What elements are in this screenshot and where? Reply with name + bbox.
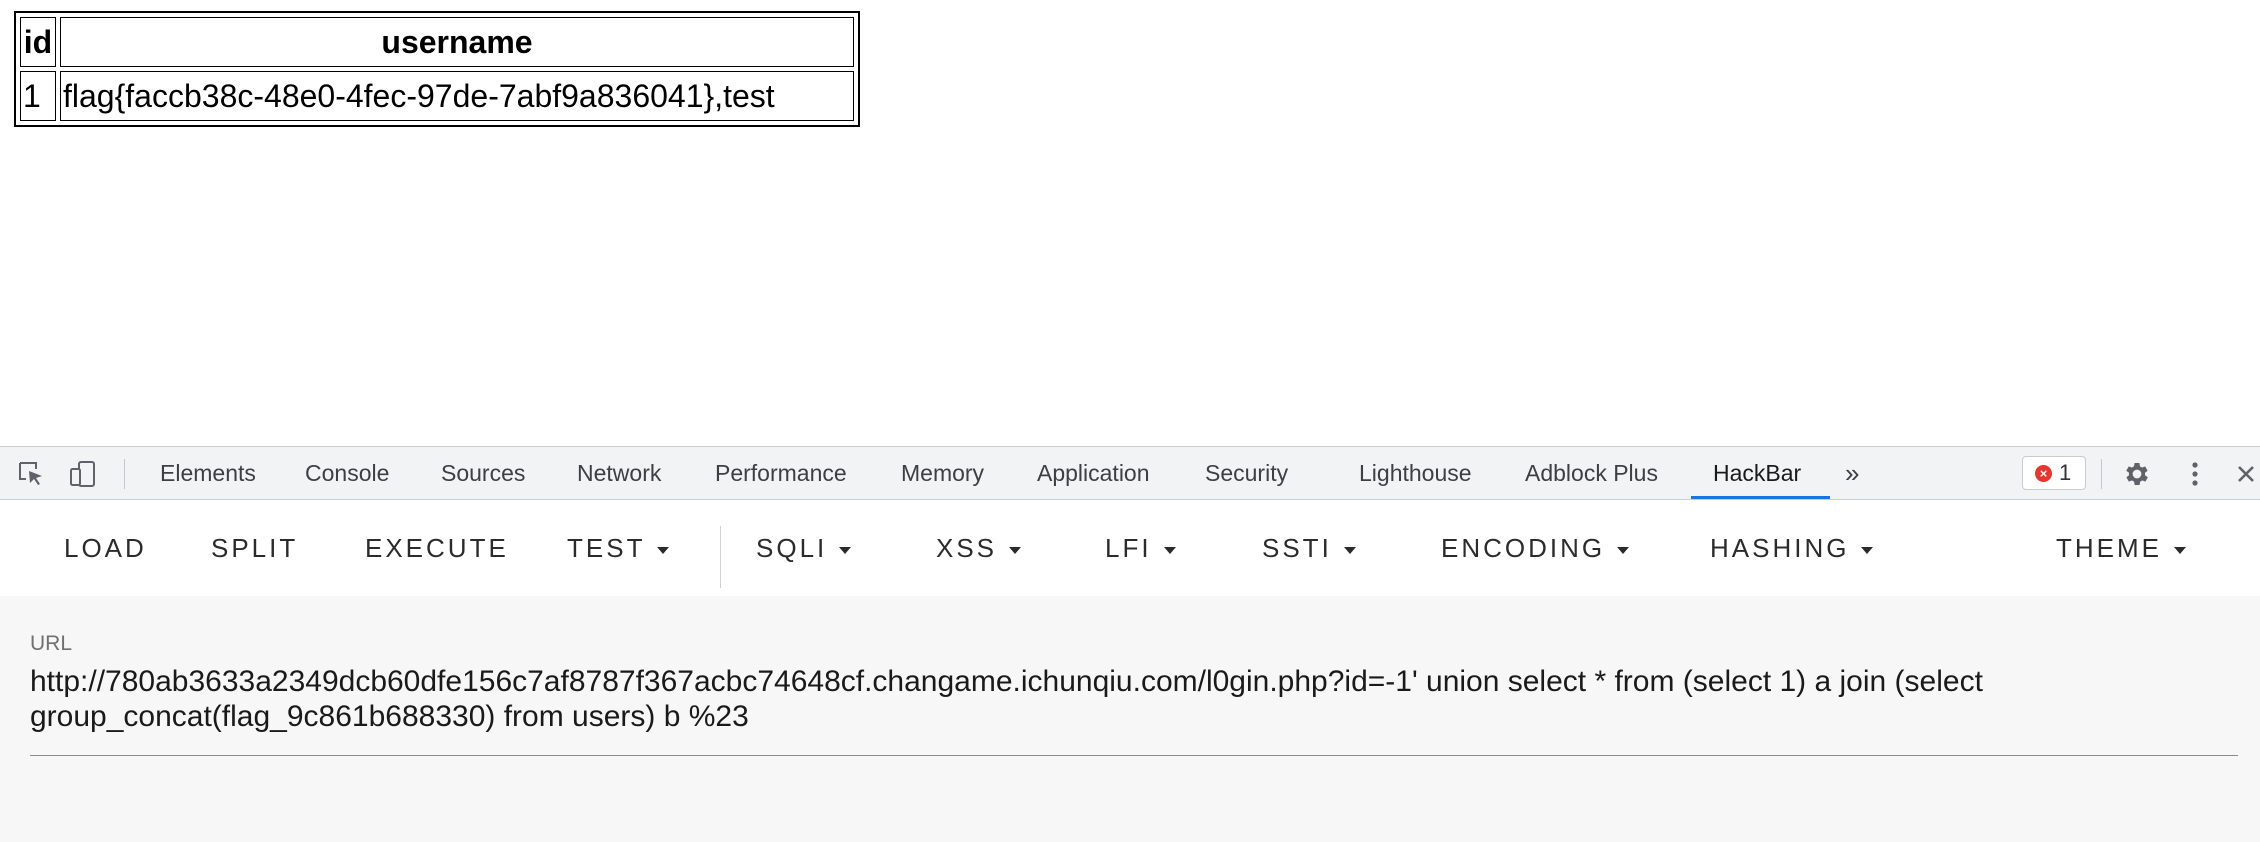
sqli-menu-button[interactable]: SQLI	[756, 500, 852, 596]
tab-performance[interactable]: Performance	[715, 447, 847, 499]
tab-elements[interactable]: Elements	[160, 447, 256, 499]
table-header-row: id username	[20, 17, 854, 67]
xss-menu-button[interactable]: XSS	[936, 500, 1022, 596]
split-button[interactable]: SPLIT	[211, 500, 298, 596]
column-header-id: id	[20, 17, 56, 67]
tab-sources[interactable]: Sources	[441, 447, 525, 499]
page-content: id username 1 flag{faccb38c-48e0-4fec-97…	[0, 0, 2260, 446]
close-devtools-icon[interactable]	[2234, 459, 2260, 489]
sqli-menu-label: SQLI	[756, 533, 828, 563]
chevron-down-icon	[1861, 546, 1874, 554]
settings-gear-icon[interactable]	[2122, 459, 2152, 489]
url-field-label: URL	[30, 632, 73, 655]
execute-button[interactable]: EXECUTE	[365, 500, 509, 596]
tab-hackbar[interactable]: HackBar	[1691, 447, 1830, 499]
error-count-badge[interactable]: × 1	[2022, 456, 2086, 490]
tab-adblock-plus[interactable]: Adblock Plus	[1525, 447, 1658, 499]
tab-memory[interactable]: Memory	[901, 447, 984, 499]
load-button[interactable]: LOAD	[64, 500, 147, 596]
test-menu-label: TEST	[567, 533, 646, 563]
url-field-container: URL http://780ab3633a2349dcb60dfe156c7af…	[0, 596, 2260, 842]
chevron-down-icon	[1009, 546, 1022, 554]
url-input-underline	[30, 755, 2238, 756]
hashing-menu-button[interactable]: HASHING	[1710, 500, 1874, 596]
result-table: id username 1 flag{faccb38c-48e0-4fec-97…	[14, 11, 860, 127]
hashing-menu-label: HASHING	[1710, 533, 1850, 563]
error-count: 1	[2059, 460, 2072, 485]
devtools-panel: Elements Console Sources Network Perform…	[0, 446, 2260, 842]
test-menu-button[interactable]: TEST	[567, 500, 670, 596]
xss-menu-label: XSS	[936, 533, 998, 563]
chevron-down-icon	[1163, 546, 1176, 554]
cell-id: 1	[20, 71, 56, 121]
chevron-down-icon	[1617, 546, 1630, 554]
hackbar-toolbar: LOAD SPLIT EXECUTE TEST SQLI XSS LFI SST…	[0, 500, 2260, 596]
more-tabs-icon[interactable]: »	[1845, 447, 1859, 499]
error-icon: ×	[2035, 465, 2052, 482]
tab-console[interactable]: Console	[305, 447, 389, 499]
devtools-tabbar: Elements Console Sources Network Perform…	[0, 446, 2260, 500]
theme-menu-label: THEME	[2056, 533, 2162, 563]
chevron-down-icon	[2174, 546, 2186, 554]
tabbar-divider	[124, 459, 125, 489]
chevron-down-icon	[839, 546, 852, 554]
device-toolbar-icon[interactable]	[68, 459, 98, 489]
ssti-menu-label: SSTI	[1262, 533, 1332, 563]
tab-network[interactable]: Network	[577, 447, 661, 499]
theme-menu-button[interactable]: THEME	[2056, 500, 2186, 596]
lfi-menu-label: LFI	[1105, 533, 1152, 563]
ssti-menu-button[interactable]: SSTI	[1262, 500, 1356, 596]
lfi-menu-button[interactable]: LFI	[1105, 500, 1176, 596]
chevron-down-icon	[657, 546, 670, 554]
toolbar-divider	[720, 526, 721, 588]
cell-username: flag{faccb38c-48e0-4fec-97de-7abf9a83604…	[60, 71, 854, 121]
chevron-down-icon	[1343, 546, 1356, 554]
inspect-element-icon[interactable]	[16, 459, 46, 489]
table-row: 1 flag{faccb38c-48e0-4fec-97de-7abf9a836…	[20, 71, 854, 121]
url-input[interactable]: http://780ab3633a2349dcb60dfe156c7af8787…	[30, 664, 2230, 734]
encoding-menu-button[interactable]: ENCODING	[1441, 500, 1630, 596]
tab-application[interactable]: Application	[1037, 447, 1150, 499]
encoding-menu-label: ENCODING	[1441, 533, 1606, 563]
tab-security[interactable]: Security	[1205, 447, 1288, 499]
tab-lighthouse[interactable]: Lighthouse	[1359, 447, 1472, 499]
more-options-icon[interactable]	[2180, 459, 2210, 489]
column-header-username: username	[60, 17, 854, 67]
tabbar-divider-right	[2101, 459, 2102, 489]
